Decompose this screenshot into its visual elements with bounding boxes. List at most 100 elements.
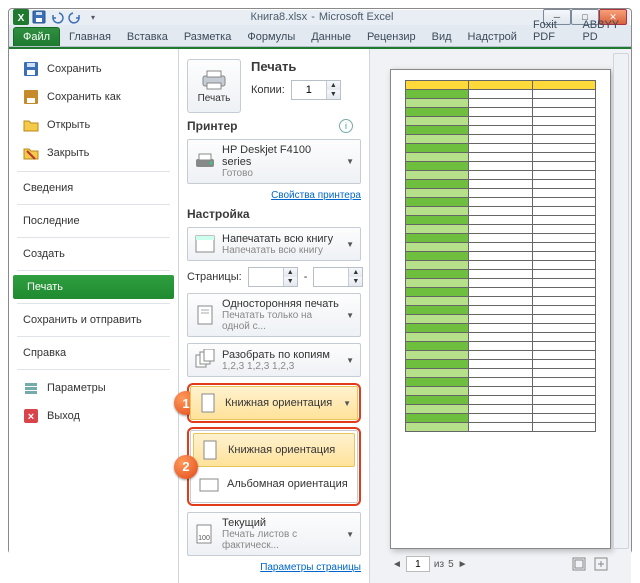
- page-from-input[interactable]: [249, 271, 283, 283]
- chevron-down-icon: ▼: [346, 157, 354, 166]
- scale-dropdown[interactable]: 100 Текущий Печать листов с фактическ...…: [187, 512, 361, 556]
- undo-icon[interactable]: [49, 9, 65, 25]
- nav-label: Выход: [47, 410, 80, 422]
- nav-recent[interactable]: Последние: [9, 209, 178, 233]
- ribbon-tabs: Файл Главная Вставка Разметка Формулы Да…: [9, 25, 631, 47]
- zoom-icon[interactable]: [593, 556, 609, 572]
- prev-page-icon[interactable]: ◄: [392, 559, 402, 570]
- save-icon[interactable]: [31, 9, 47, 25]
- option-label: Книжная ориентация: [228, 444, 335, 456]
- tab-view[interactable]: Вид: [425, 28, 459, 46]
- nav-options[interactable]: Параметры: [9, 374, 178, 402]
- copies-input[interactable]: [292, 84, 326, 96]
- duplex-dropdown[interactable]: Односторонняя печать Печатать только на …: [187, 293, 361, 337]
- collate-main: Разобрать по копиям: [222, 349, 340, 361]
- info-icon[interactable]: i: [339, 119, 353, 133]
- orientation-option-portrait[interactable]: Книжная ориентация: [193, 433, 355, 467]
- print-preview: ◄ из 5 ►: [369, 49, 631, 583]
- tab-formulas[interactable]: Формулы: [240, 28, 302, 46]
- redo-icon[interactable]: [67, 9, 83, 25]
- nav-share[interactable]: Сохранить и отправить: [9, 308, 178, 332]
- nav-save[interactable]: Сохранить: [9, 55, 178, 83]
- spinner-down-icon[interactable]: ▼: [326, 90, 340, 99]
- tab-abbyy[interactable]: ABBYY PD: [575, 16, 627, 46]
- page-single-icon: [194, 304, 216, 326]
- collate-dropdown[interactable]: Разобрать по копиям 1,2,3 1,2,3 1,2,3 ▼: [187, 343, 361, 377]
- svg-text:×: ×: [28, 411, 34, 423]
- printer-properties-link[interactable]: Свойства принтера: [187, 190, 361, 201]
- separator: [17, 204, 170, 205]
- scope-sub: Напечатать всю книгу: [222, 245, 340, 256]
- collate-sub: 1,2,3 1,2,3 1,2,3: [222, 361, 340, 372]
- duplex-main: Односторонняя печать: [222, 298, 340, 310]
- nav-exit[interactable]: × Выход: [9, 402, 178, 430]
- nav-saveas[interactable]: Сохранить как: [9, 83, 178, 111]
- page-sep: из: [434, 559, 444, 570]
- orientation-option-landscape[interactable]: Альбомная ориентация: [193, 468, 355, 500]
- print-button[interactable]: Печать: [187, 59, 241, 113]
- collate-icon: [194, 349, 216, 371]
- option-label: Альбомная ориентация: [227, 478, 348, 490]
- page-total: 5: [448, 559, 454, 570]
- tab-insert[interactable]: Вставка: [120, 28, 175, 46]
- chevron-down-icon: ▼: [346, 311, 354, 320]
- page-to-spinner[interactable]: ▲▼: [313, 267, 363, 287]
- separator: [17, 270, 170, 271]
- preview-page: [390, 69, 611, 549]
- scale-sub: Печать листов с фактическ...: [222, 529, 340, 551]
- save-icon: [23, 61, 39, 77]
- callout-1: 1 Книжная ориентация ▼: [187, 383, 361, 423]
- callout-2: 2 Книжная ориентация Альбомная ориентаци…: [187, 427, 361, 506]
- tab-file[interactable]: Файл: [13, 27, 60, 46]
- page-from-spinner[interactable]: ▲▼: [248, 267, 298, 287]
- tab-data[interactable]: Данные: [304, 28, 358, 46]
- tab-home[interactable]: Главная: [62, 28, 118, 46]
- app-window: X ▾ Книга8.xlsx - Microsoft Excel ─ □ ✕ …: [8, 8, 632, 554]
- next-page-icon[interactable]: ►: [458, 559, 468, 570]
- svg-text:100: 100: [198, 535, 210, 542]
- svg-text:X: X: [18, 13, 25, 24]
- document-name: Книга8.xlsx: [251, 11, 308, 23]
- nav-info[interactable]: Сведения: [9, 176, 178, 200]
- orientation-dropdown[interactable]: Книжная ориентация ▼: [190, 386, 358, 420]
- settings-section-title: Настройка: [187, 207, 361, 221]
- printer-dropdown[interactable]: HP Deskjet F4100 series Готово ▼: [187, 139, 361, 184]
- nav-print[interactable]: Печать: [13, 275, 174, 299]
- page-setup-link[interactable]: Параметры страницы: [187, 562, 361, 573]
- backstage: Сохранить Сохранить как Открыть Закрыть …: [9, 47, 631, 583]
- margins-icon[interactable]: [571, 556, 587, 572]
- nav-label: Открыть: [47, 119, 90, 131]
- separator: [17, 369, 170, 370]
- spinner-up-icon[interactable]: ▲: [326, 81, 340, 90]
- duplex-sub: Печатать только на одной с...: [222, 310, 340, 332]
- nav-open[interactable]: Открыть: [9, 111, 178, 139]
- tab-review[interactable]: Рецензир: [360, 28, 423, 46]
- nav-new[interactable]: Создать: [9, 242, 178, 266]
- preview-scrollbar[interactable]: [613, 53, 629, 549]
- chevron-down-icon: ▼: [346, 530, 354, 539]
- pages-label: Страницы:: [187, 271, 242, 283]
- nav-help[interactable]: Справка: [9, 341, 178, 365]
- nav-label: Параметры: [47, 382, 106, 394]
- excel-icon: X: [13, 9, 29, 25]
- print-scope-dropdown[interactable]: Напечатать всю книгу Напечатать всю книг…: [187, 227, 361, 261]
- tab-foxit[interactable]: Foxit PDF: [526, 16, 574, 46]
- page-current-input[interactable]: [406, 556, 430, 572]
- print-settings: Печать Печать Копии: ▲▼ Принтер i: [179, 49, 369, 583]
- orientation-selected: Книжная ориентация: [225, 397, 337, 409]
- copies-spinner[interactable]: ▲▼: [291, 80, 341, 100]
- separator: [17, 171, 170, 172]
- preview-table: [405, 80, 596, 432]
- separator: [17, 336, 170, 337]
- tab-layout[interactable]: Разметка: [177, 28, 239, 46]
- nav-close[interactable]: Закрыть: [9, 139, 178, 167]
- page-to-input[interactable]: [314, 271, 348, 283]
- tab-addins[interactable]: Надстрой: [461, 28, 524, 46]
- qat-dropdown-icon[interactable]: ▾: [85, 9, 101, 25]
- workbook-icon: [194, 233, 216, 255]
- open-icon: [23, 117, 39, 133]
- printer-status: Готово: [222, 168, 340, 179]
- pages-sep: -: [304, 271, 308, 283]
- chevron-down-icon: ▼: [346, 240, 354, 249]
- exit-icon: ×: [23, 408, 39, 424]
